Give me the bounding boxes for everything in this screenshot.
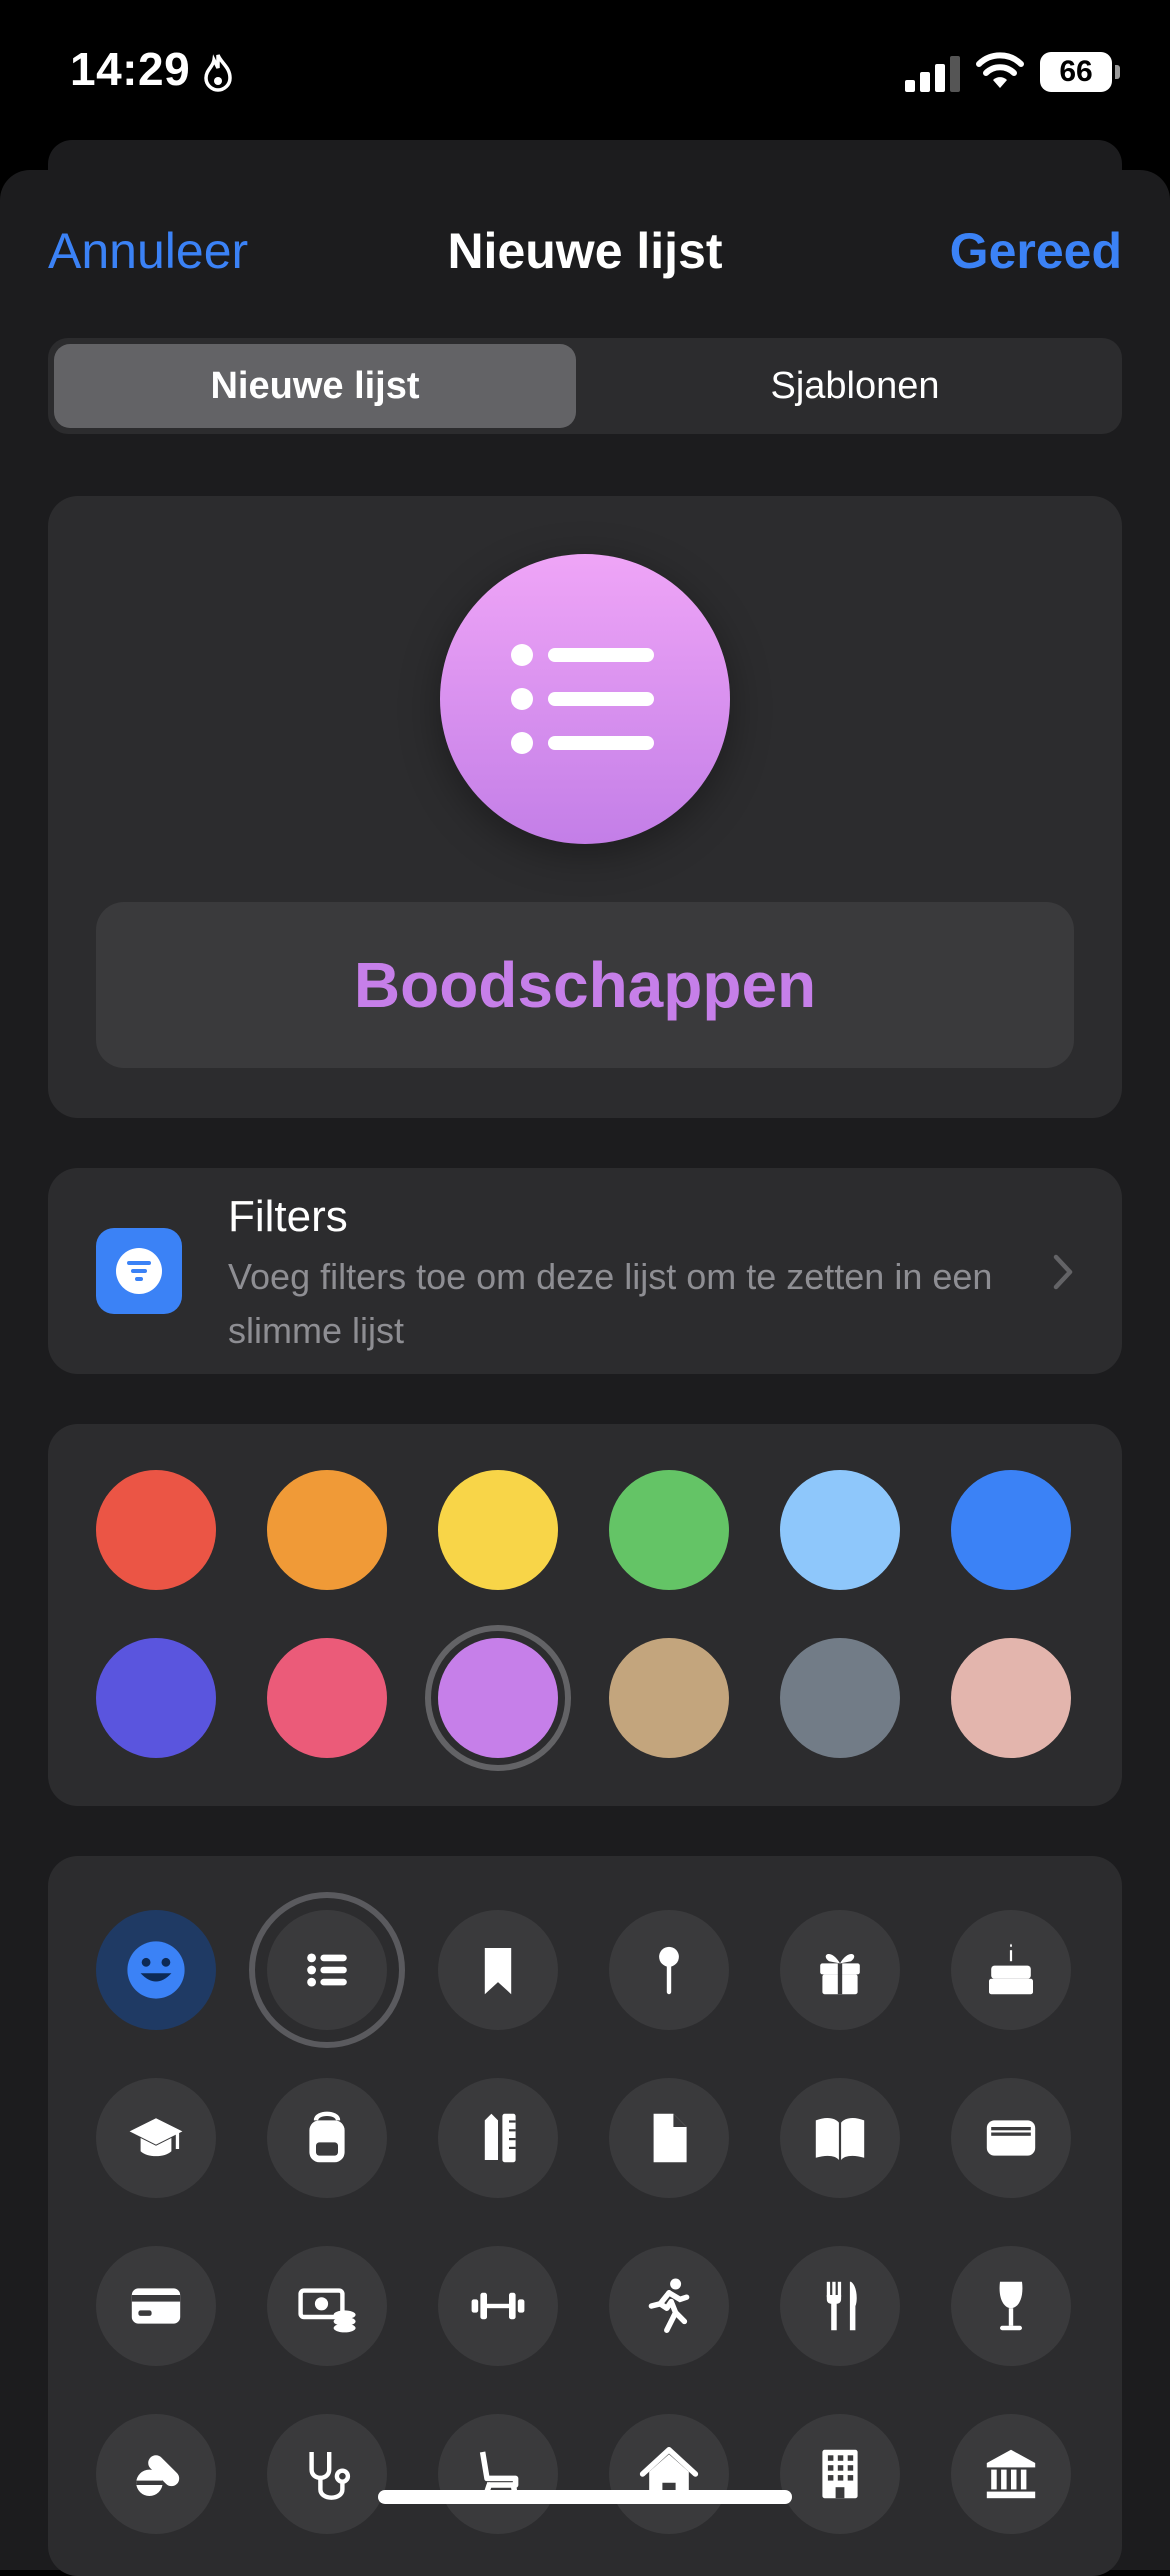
signal-icon [905,56,960,92]
bookmark-icon [484,1948,512,1995]
icon-option-dumbbell[interactable] [438,2246,558,2366]
pencil-ruler-icon [484,2113,516,2163]
icon-option-birthday-cake[interactable] [951,1910,1071,2030]
icon-option-bookmark[interactable] [438,1910,558,2030]
icon-option-pencil-ruler[interactable] [438,2078,558,2198]
pin-icon [659,1946,679,1995]
segmented-control: Nieuwe lijst Sjablonen [48,338,1122,434]
pills-icon [136,2455,180,2496]
stethoscope-icon [309,2452,351,2500]
icon-option-fork-knife[interactable] [780,2246,900,2366]
filters-title: Filters [228,1192,348,1241]
color-swatch[interactable] [609,1470,729,1590]
graduation-cap-icon [129,2118,183,2157]
icon-option-list-bullet[interactable] [267,1910,387,2030]
bank-icon [986,2449,1036,2499]
icon-option-credit-card[interactable] [96,2246,216,2366]
icon-option-pin[interactable] [609,1910,729,2030]
battery-indicator: 66 [1040,52,1120,92]
list-bullet-icon [307,1953,347,1987]
icon-option-stethoscope[interactable] [267,2414,387,2534]
color-picker [48,1424,1122,1806]
flame-icon [204,54,232,92]
dumbbell-icon [471,2292,525,2320]
running-figure-icon [648,2278,690,2333]
list-name-field[interactable]: Boodschappen [96,902,1074,1068]
color-swatch[interactable] [951,1470,1071,1590]
color-swatch[interactable] [96,1638,216,1758]
segment-new-list[interactable]: Nieuwe lijst [54,344,576,428]
wifi-icon [976,52,1024,88]
icon-option-chair[interactable] [438,2414,558,2534]
building-icon [822,2449,858,2499]
filters-description: Voeg filters toe om deze lijst om te zet… [228,1256,993,1351]
status-time: 14:29 [70,43,191,95]
wallet-icon [986,2120,1036,2156]
color-swatch[interactable] [780,1470,900,1590]
backpack-icon [309,2111,345,2163]
icon-option-money[interactable] [267,2246,387,2366]
credit-card-icon [131,2288,181,2324]
color-swatch[interactable] [267,1638,387,1758]
icon-option-backpack[interactable] [267,2078,387,2198]
icon-option-smiley[interactable] [96,1910,216,2030]
status-bar: 14:29 66 [0,0,1170,150]
filter-icon [96,1228,182,1314]
color-swatch[interactable] [438,1470,558,1590]
icon-option-bank[interactable] [951,2414,1071,2534]
money-icon [298,2288,356,2333]
icon-option-book[interactable] [780,2078,900,2198]
color-swatch[interactable] [780,1638,900,1758]
color-swatch[interactable] [951,1638,1071,1758]
icon-option-gift[interactable] [780,1910,900,2030]
list-preview-card: Boodschappen [48,496,1122,1118]
birthday-cake-icon [989,1943,1033,1995]
icon-option-building[interactable] [780,2414,900,2534]
wine-glass-icon [999,2281,1023,2331]
icon-picker [48,1856,1122,2576]
icon-option-running-figure[interactable] [609,2246,729,2366]
icon-option-pills[interactable] [96,2414,216,2534]
fork-knife-icon [826,2281,857,2331]
segment-templates[interactable]: Sjablonen [594,344,1116,428]
gift-icon [820,1953,860,1995]
list-icon-preview [440,554,730,844]
color-swatch[interactable] [438,1638,558,1758]
book-icon [815,2118,865,2160]
filters-row[interactable]: Filters Voeg filters toe om deze lijst o… [48,1168,1122,1374]
color-swatch[interactable] [96,1470,216,1590]
home-indicator [378,2490,792,2504]
color-swatch[interactable] [609,1638,729,1758]
icon-option-house[interactable] [609,2414,729,2534]
color-swatch[interactable] [267,1470,387,1590]
icon-option-wine-glass[interactable] [951,2246,1071,2366]
chevron-right-icon [1053,1254,1073,1290]
icon-option-wallet[interactable] [951,2078,1071,2198]
smiley-icon [127,1941,185,1999]
list-bullet-icon [511,644,654,754]
document-icon [653,2113,687,2163]
icon-option-document[interactable] [609,2078,729,2198]
icon-option-graduation-cap[interactable] [96,2078,216,2198]
done-button[interactable]: Gereed [950,222,1122,280]
